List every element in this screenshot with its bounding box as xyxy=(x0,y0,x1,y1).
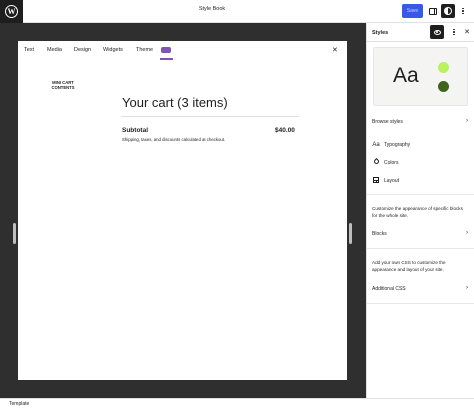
status-footer: Template xyxy=(0,398,474,408)
color-drop-icon xyxy=(372,157,380,166)
styles-sidebar: Styles ✕ Aa Browse styles › Aa Typograph… xyxy=(366,23,474,398)
blocks-description: Customize the appearance of specific blo… xyxy=(372,206,463,218)
sidebar-layout-icon xyxy=(429,7,437,15)
style-preview[interactable]: Aa xyxy=(373,47,468,106)
chevron-right-icon: › xyxy=(466,118,468,124)
resize-handle-right[interactable] xyxy=(349,223,352,244)
typography-label: Typography xyxy=(384,142,411,148)
divider xyxy=(367,41,474,42)
divider xyxy=(121,116,299,117)
divider xyxy=(367,303,474,304)
chevron-right-icon: › xyxy=(466,285,468,291)
contrast-icon xyxy=(444,7,452,15)
eye-icon xyxy=(433,29,441,35)
layout-item[interactable]: Layout xyxy=(372,177,468,185)
divider xyxy=(367,248,474,249)
wordpress-icon: W xyxy=(5,5,18,18)
tab-text[interactable]: Text xyxy=(24,47,34,53)
options-button[interactable] xyxy=(457,5,469,17)
styles-options-button[interactable] xyxy=(447,25,461,39)
view-toggle-button[interactable] xyxy=(427,5,439,17)
style-book-frame: Text Media Design Widgets Theme ✕ MINI C… xyxy=(18,41,347,380)
browse-styles-label: Browse styles xyxy=(372,119,403,125)
additional-css-label: Additional CSS xyxy=(372,286,406,292)
layout-icon xyxy=(373,177,379,183)
browse-styles-item[interactable]: Browse styles › xyxy=(372,118,468,125)
save-button[interactable]: Save xyxy=(402,4,423,18)
close-icon: ✕ xyxy=(464,29,470,36)
subtotal-label: Subtotal xyxy=(122,127,148,134)
preview-typography-sample: Aa xyxy=(393,64,419,87)
preview-color-swatch xyxy=(438,62,449,73)
blocks-label: Blocks xyxy=(372,231,387,237)
chevron-right-icon: › xyxy=(466,230,468,236)
colors-label: Colors xyxy=(384,159,399,166)
typography-item[interactable]: Aa Typography xyxy=(372,142,468,148)
more-vertical-icon xyxy=(453,28,455,31)
close-style-book-button[interactable]: ✕ xyxy=(332,46,338,54)
active-tab-indicator xyxy=(160,58,173,60)
breadcrumb-template[interactable]: Template xyxy=(9,401,29,407)
shipping-note: Shipping, taxes, and discounts calculate… xyxy=(122,137,226,142)
divider xyxy=(367,194,474,195)
style-book-tabs: Text Media Design Widgets Theme ✕ xyxy=(18,41,347,61)
styles-toggle-button[interactable] xyxy=(441,4,455,18)
sidebar-title: Styles xyxy=(372,30,389,36)
preview-color-swatch xyxy=(438,81,449,92)
close-sidebar-button[interactable]: ✕ xyxy=(460,25,474,39)
blocks-item[interactable]: Blocks › xyxy=(372,230,468,237)
tab-design[interactable]: Design xyxy=(74,47,91,53)
resize-handle-left[interactable] xyxy=(13,223,16,244)
subtotal-value: $40.00 xyxy=(275,127,295,134)
more-vertical-icon xyxy=(462,7,464,10)
mini-cart-contents-label: MINI CART CONTENTS xyxy=(51,80,75,90)
top-toolbar: W Style Book Save xyxy=(0,0,474,23)
cart-title: Your cart (3 items) xyxy=(122,95,228,110)
custom-css-description: Add your own CSS to customize the appear… xyxy=(372,260,446,272)
woocommerce-icon xyxy=(161,47,171,53)
typography-icon: Aa xyxy=(372,142,380,148)
colors-item[interactable]: Colors xyxy=(372,157,468,166)
document-title[interactable]: Style Book xyxy=(180,6,244,12)
wordpress-logo-button[interactable]: W xyxy=(0,0,23,23)
tab-widgets[interactable]: Widgets xyxy=(103,47,123,53)
tab-woocommerce[interactable] xyxy=(160,45,173,60)
tab-media[interactable]: Media xyxy=(47,47,62,53)
layout-label: Layout xyxy=(384,178,400,184)
tab-theme[interactable]: Theme xyxy=(136,47,153,53)
additional-css-item[interactable]: Additional CSS › xyxy=(372,285,468,292)
style-book-button[interactable] xyxy=(430,25,444,39)
